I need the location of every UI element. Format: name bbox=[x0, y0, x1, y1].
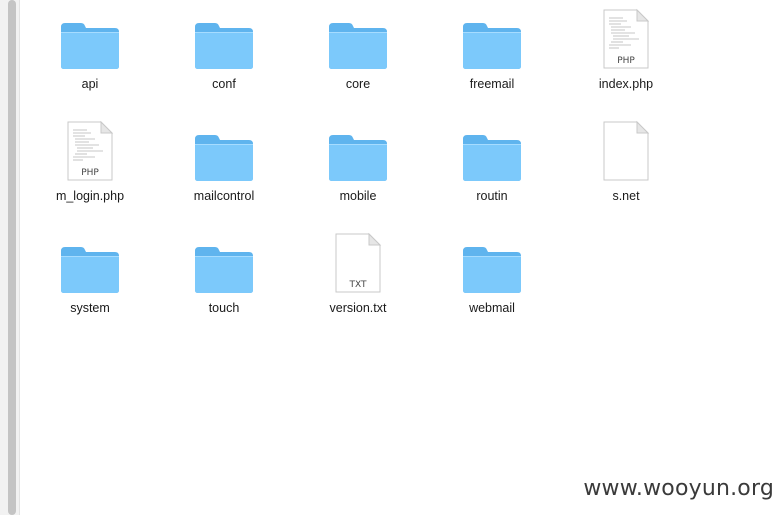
file-label: s.net bbox=[612, 189, 640, 203]
file-item[interactable]: mobile bbox=[291, 112, 425, 224]
folder-icon bbox=[23, 230, 157, 294]
file-label: mailcontrol bbox=[193, 189, 255, 203]
php-file-icon: PHP bbox=[23, 118, 157, 182]
vertical-scrollbar[interactable] bbox=[8, 0, 16, 515]
file-item[interactable]: api bbox=[23, 0, 157, 112]
file-label: version.txt bbox=[329, 301, 387, 315]
file-label: m_login.php bbox=[55, 189, 125, 203]
folder-icon bbox=[425, 118, 559, 182]
folder-icon bbox=[157, 6, 291, 70]
folder-icon bbox=[425, 6, 559, 70]
file-label: index.php bbox=[598, 77, 654, 91]
file-item[interactable]: mailcontrol bbox=[157, 112, 291, 224]
file-badge: PHP bbox=[81, 168, 99, 178]
folder-icon bbox=[157, 230, 291, 294]
blank-file-icon bbox=[559, 118, 693, 182]
text-file-icon: TXT bbox=[291, 230, 425, 294]
file-item[interactable]: conf bbox=[157, 0, 291, 112]
file-item[interactable]: core bbox=[291, 0, 425, 112]
file-item[interactable]: PHP index.php bbox=[559, 0, 693, 112]
file-item[interactable]: routin bbox=[425, 112, 559, 224]
finder-window: api conf core freemail PHP index.php PHP… bbox=[0, 0, 784, 515]
file-badge: TXT bbox=[348, 280, 367, 290]
php-file-icon: PHP bbox=[559, 6, 693, 70]
watermark: www.wooyun.org bbox=[583, 476, 774, 501]
file-label: webmail bbox=[469, 301, 515, 315]
file-label: mobile bbox=[339, 189, 377, 203]
file-label: routin bbox=[476, 189, 508, 203]
folder-icon bbox=[425, 230, 559, 294]
file-label: system bbox=[70, 301, 110, 315]
sidebar-edge bbox=[0, 0, 20, 515]
file-label: api bbox=[81, 77, 99, 91]
file-item[interactable]: s.net bbox=[559, 112, 693, 224]
folder-icon bbox=[157, 118, 291, 182]
file-label: conf bbox=[212, 77, 236, 91]
folder-icon bbox=[23, 6, 157, 70]
file-item[interactable]: system bbox=[23, 224, 157, 336]
file-item[interactable]: PHP m_login.php bbox=[23, 112, 157, 224]
folder-icon bbox=[291, 6, 425, 70]
file-item[interactable]: webmail bbox=[425, 224, 559, 336]
file-label: touch bbox=[208, 301, 240, 315]
file-label: core bbox=[345, 77, 371, 91]
file-item[interactable]: TXT version.txt bbox=[291, 224, 425, 336]
file-badge: PHP bbox=[617, 56, 635, 66]
file-item[interactable]: touch bbox=[157, 224, 291, 336]
folder-icon bbox=[291, 118, 425, 182]
file-item[interactable]: freemail bbox=[425, 0, 559, 112]
file-label: freemail bbox=[469, 77, 515, 91]
